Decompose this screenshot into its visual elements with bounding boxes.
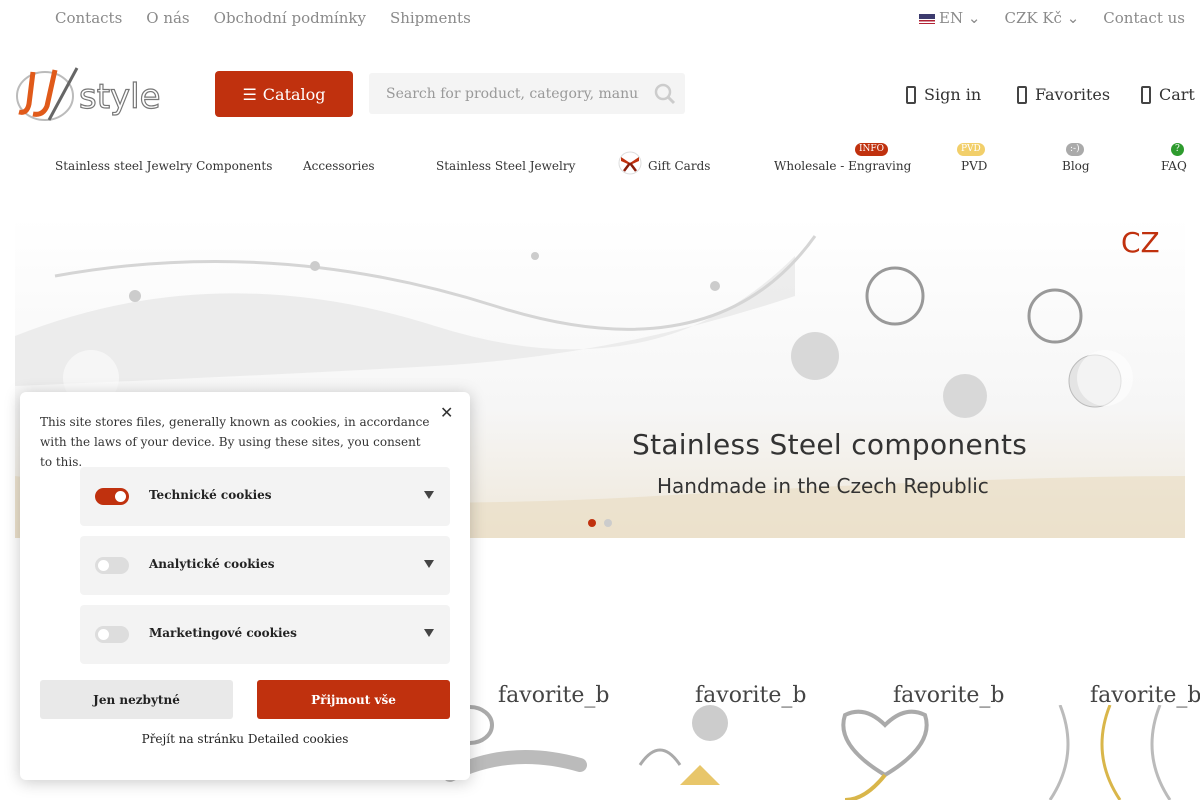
cart-link[interactable]: Cart bbox=[1141, 85, 1195, 104]
cart-icon bbox=[1141, 85, 1151, 104]
currency-label: CZK Kč bbox=[1004, 9, 1062, 27]
sign-in-link[interactable]: Sign in bbox=[906, 85, 981, 104]
cookie-category-marketing[interactable]: Marketingové cookies bbox=[80, 605, 450, 664]
cookie-category-analytics[interactable]: Analytické cookies bbox=[80, 536, 450, 595]
necessary-only-button[interactable]: Jen nezbytné bbox=[40, 680, 233, 719]
currency-selector[interactable]: CZK Kč ⌄ bbox=[1004, 9, 1079, 27]
search-icon[interactable] bbox=[653, 82, 677, 106]
faq-badge: ? bbox=[1171, 143, 1184, 156]
search-box bbox=[369, 73, 685, 114]
us-flag-icon bbox=[919, 14, 936, 24]
caret-down-icon[interactable] bbox=[424, 491, 434, 499]
cookie-consent-panel: This site stores files, generally known … bbox=[20, 392, 470, 780]
favorites-link[interactable]: Favorites bbox=[1017, 85, 1110, 104]
marketing-cookies-label: Marketingové cookies bbox=[149, 626, 297, 640]
product-image[interactable] bbox=[1030, 705, 1190, 800]
analytics-cookies-toggle[interactable] bbox=[95, 557, 129, 574]
catalog-button[interactable]: ☰ Catalog bbox=[215, 71, 353, 117]
terms-link[interactable]: Obchodní podmínky bbox=[214, 9, 366, 27]
pvd-badge: PVD bbox=[957, 143, 985, 156]
language-selector[interactable]: EN ⌄ bbox=[919, 9, 980, 27]
top-right: EN ⌄ CZK Kč ⌄ Contact us bbox=[919, 9, 1185, 27]
analytics-cookies-label: Analytické cookies bbox=[149, 557, 275, 571]
heart-icon bbox=[1017, 85, 1027, 104]
menu-icon: ☰ bbox=[242, 84, 257, 104]
toggle-knob bbox=[98, 560, 109, 571]
svg-text:style: style bbox=[79, 77, 161, 117]
main-nav: Stainless steel Jewelry Components Acces… bbox=[0, 140, 1200, 180]
caret-down-icon[interactable] bbox=[424, 629, 434, 637]
nav-item-wholesale[interactable]: Wholesale - Engraving bbox=[774, 159, 911, 173]
sign-in-label: Sign in bbox=[924, 85, 982, 104]
cz-mark: CZ bbox=[1121, 226, 1160, 259]
marketing-cookies-toggle[interactable] bbox=[95, 626, 129, 643]
banner-title: Stainless Steel components bbox=[632, 428, 1028, 461]
language-label: EN bbox=[939, 9, 964, 27]
chevron-down-icon: ⌄ bbox=[963, 9, 981, 27]
favorites-label: Favorites bbox=[1035, 85, 1111, 104]
gift-card-icon bbox=[618, 151, 642, 175]
banner-subtitle: Handmade in the Czech Republic bbox=[657, 474, 989, 498]
slide-dot-1[interactable] bbox=[588, 519, 596, 527]
shipments-link[interactable]: Shipments bbox=[390, 9, 471, 27]
technical-cookies-label: Technické cookies bbox=[149, 488, 272, 502]
nav-item-accessories[interactable]: Accessories bbox=[303, 159, 375, 173]
about-link[interactable]: O nás bbox=[146, 9, 189, 27]
nav-item-gift-cards[interactable]: Gift Cards bbox=[648, 159, 710, 173]
cookie-details-link[interactable]: Přejít na stránku Detailed cookies bbox=[20, 732, 470, 746]
slide-dot-2[interactable] bbox=[604, 519, 612, 527]
accept-all-button[interactable]: Přijmout vše bbox=[257, 680, 450, 719]
blog-badge: :-) bbox=[1066, 143, 1084, 156]
next-slide-arrow[interactable] bbox=[1077, 350, 1133, 406]
close-icon[interactable]: ✕ bbox=[440, 405, 454, 421]
nav-item-jewelry[interactable]: Stainless Steel Jewelry bbox=[436, 159, 575, 173]
user-icon bbox=[906, 85, 916, 104]
product-image[interactable] bbox=[805, 705, 985, 800]
nav-item-components[interactable]: Stainless steel Jewelry Components bbox=[55, 159, 272, 173]
cart-label: Cart bbox=[1159, 85, 1195, 104]
cookie-message: This site stores files, generally known … bbox=[40, 415, 430, 469]
cookie-category-technical[interactable]: Technické cookies bbox=[80, 467, 450, 526]
contacts-link[interactable]: Contacts bbox=[55, 9, 122, 27]
toggle-knob bbox=[115, 491, 126, 502]
slide-dots bbox=[588, 519, 612, 527]
search-input[interactable] bbox=[369, 73, 639, 114]
product-image[interactable] bbox=[620, 705, 785, 800]
nav-item-blog[interactable]: Blog bbox=[1062, 159, 1090, 173]
caret-down-icon[interactable] bbox=[424, 560, 434, 568]
contact-us-link[interactable]: Contact us bbox=[1103, 9, 1185, 27]
toggle-knob bbox=[98, 629, 109, 640]
top-links: Contacts O nás Obchodní podmínky Shipmen… bbox=[55, 9, 471, 27]
chevron-down-icon: ⌄ bbox=[1061, 9, 1080, 27]
info-badge: INFO bbox=[855, 143, 889, 156]
catalog-label: Catalog bbox=[262, 84, 326, 104]
logo[interactable]: style bbox=[15, 64, 187, 124]
technical-cookies-toggle[interactable] bbox=[95, 488, 129, 505]
nav-item-pvd[interactable]: PVD bbox=[961, 159, 987, 173]
top-bar: Contacts O nás Obchodní podmínky Shipmen… bbox=[0, 0, 1200, 36]
nav-item-faq[interactable]: FAQ bbox=[1161, 159, 1187, 173]
